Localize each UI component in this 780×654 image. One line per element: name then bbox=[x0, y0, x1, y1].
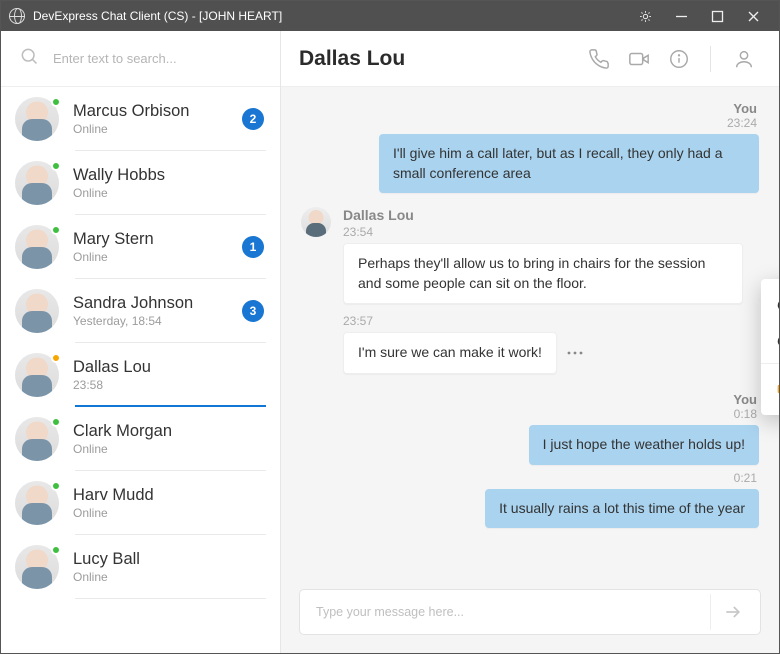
sender-label: You bbox=[301, 101, 757, 116]
presence-dot bbox=[51, 225, 61, 235]
divider bbox=[761, 363, 779, 364]
info-icon[interactable] bbox=[662, 42, 696, 76]
presence-dot bbox=[51, 417, 61, 427]
message-group: Dallas Lou 23:54 Perhaps they'll allow u… bbox=[301, 207, 759, 374]
unread-badge: 1 bbox=[242, 236, 264, 258]
message-bubble[interactable]: I just hope the weather holds up! bbox=[529, 425, 759, 465]
sender-label: Dallas Lou bbox=[343, 207, 743, 223]
timestamp: 0:21 bbox=[734, 471, 757, 485]
timestamp: 23:57 bbox=[343, 314, 743, 328]
avatar bbox=[15, 417, 59, 461]
contact-item[interactable]: Mary SternOnline1 bbox=[1, 215, 280, 279]
contact-status: 23:58 bbox=[73, 378, 264, 392]
presence-dot bbox=[51, 97, 61, 107]
menu-copy-message[interactable]: Copy Message bbox=[761, 287, 779, 323]
contact-item[interactable]: Lucy BallOnline bbox=[1, 535, 280, 599]
avatar bbox=[15, 289, 59, 333]
message-bubble[interactable]: It usually rains a lot this time of the … bbox=[485, 489, 759, 529]
contact-item[interactable]: Clark MorganOnline bbox=[1, 407, 280, 471]
contact-name: Mary Stern bbox=[73, 230, 242, 249]
message-input[interactable] bbox=[316, 605, 710, 619]
contact-item[interactable]: Dallas Lou23:58 bbox=[1, 343, 280, 407]
contact-status: Online bbox=[73, 250, 242, 264]
message-meta: You 0:18 bbox=[301, 392, 757, 421]
message-bubble[interactable]: I'll give him a call later, but as I rec… bbox=[379, 134, 759, 193]
contact-list: Marcus OrbisonOnline2Wally HobbsOnlineMa… bbox=[1, 87, 280, 653]
search-input[interactable] bbox=[53, 51, 262, 66]
profile-icon[interactable] bbox=[727, 42, 761, 76]
chat-header: Dallas Lou bbox=[281, 31, 779, 87]
menu-copy-text[interactable]: Copy Text bbox=[761, 323, 779, 359]
maximize-button[interactable] bbox=[699, 1, 735, 31]
contact-name: Dallas Lou bbox=[73, 358, 264, 377]
contact-name: Wally Hobbs bbox=[73, 166, 264, 185]
contact-status: Online bbox=[73, 186, 264, 200]
sender-label: You bbox=[301, 392, 757, 407]
contact-item[interactable]: Sandra JohnsonYesterday, 18:543 bbox=[1, 279, 280, 343]
chat-panel: Dallas Lou You 23:24 I'll give him a cal… bbox=[281, 31, 779, 653]
search-icon bbox=[19, 46, 39, 71]
message-meta: You 23:24 bbox=[301, 101, 757, 130]
titlebar: DevExpress Chat Client (CS) - [JOHN HEAR… bbox=[1, 1, 779, 31]
message-area: You 23:24 I'll give him a call later, bu… bbox=[281, 87, 779, 575]
call-icon[interactable] bbox=[582, 42, 616, 76]
message-bubble[interactable]: Perhaps they'll allow us to bring in cha… bbox=[343, 243, 743, 304]
chat-title: Dallas Lou bbox=[299, 47, 405, 71]
minimize-button[interactable] bbox=[663, 1, 699, 31]
globe-icon bbox=[9, 8, 25, 24]
thumbs-up-icon bbox=[777, 378, 779, 397]
message-meta: 0:21 bbox=[301, 471, 757, 485]
contact-item[interactable]: Wally HobbsOnline bbox=[1, 151, 280, 215]
avatar bbox=[15, 97, 59, 141]
presence-dot bbox=[51, 481, 61, 491]
unread-badge: 3 bbox=[242, 300, 264, 322]
send-button[interactable] bbox=[710, 594, 754, 630]
menu-like-message[interactable]: Like Message bbox=[761, 368, 779, 407]
avatar bbox=[15, 225, 59, 269]
divider bbox=[710, 46, 711, 72]
contact-status: Online bbox=[73, 122, 242, 136]
unread-badge: 2 bbox=[242, 108, 264, 130]
contact-status: Yesterday, 18:54 bbox=[73, 314, 242, 328]
timestamp: 23:54 bbox=[343, 225, 743, 239]
composer bbox=[281, 575, 779, 653]
avatar bbox=[301, 207, 331, 237]
avatar bbox=[15, 545, 59, 589]
message-bubble[interactable]: I'm sure we can make it work! bbox=[343, 332, 557, 374]
contact-status: Online bbox=[73, 506, 264, 520]
more-icon[interactable] bbox=[561, 339, 589, 367]
contact-name: Harv Mudd bbox=[73, 486, 264, 505]
avatar bbox=[15, 353, 59, 397]
contact-name: Lucy Ball bbox=[73, 550, 264, 569]
timestamp: 0:18 bbox=[734, 407, 757, 421]
contact-item[interactable]: Harv MuddOnline bbox=[1, 471, 280, 535]
timestamp: 23:24 bbox=[727, 116, 757, 130]
presence-dot bbox=[51, 161, 61, 171]
sidebar: Marcus OrbisonOnline2Wally HobbsOnlineMa… bbox=[1, 31, 281, 653]
avatar bbox=[15, 161, 59, 205]
search-bar bbox=[1, 31, 280, 87]
composer-box bbox=[299, 589, 761, 635]
contact-name: Clark Morgan bbox=[73, 422, 264, 441]
close-button[interactable] bbox=[735, 1, 771, 31]
context-menu: Copy Message Copy Text Like Message bbox=[761, 279, 779, 415]
contact-name: Marcus Orbison bbox=[73, 102, 242, 121]
contact-status: Online bbox=[73, 570, 264, 584]
presence-dot bbox=[51, 353, 61, 363]
contact-name: Sandra Johnson bbox=[73, 294, 242, 313]
window-title: DevExpress Chat Client (CS) - [JOHN HEAR… bbox=[33, 9, 282, 23]
contact-status: Online bbox=[73, 442, 264, 456]
contact-item[interactable]: Marcus OrbisonOnline2 bbox=[1, 87, 280, 151]
theme-toggle-icon[interactable] bbox=[627, 1, 663, 31]
avatar bbox=[15, 481, 59, 525]
app-window: DevExpress Chat Client (CS) - [JOHN HEAR… bbox=[0, 0, 780, 654]
presence-dot bbox=[51, 545, 61, 555]
video-icon[interactable] bbox=[622, 42, 656, 76]
